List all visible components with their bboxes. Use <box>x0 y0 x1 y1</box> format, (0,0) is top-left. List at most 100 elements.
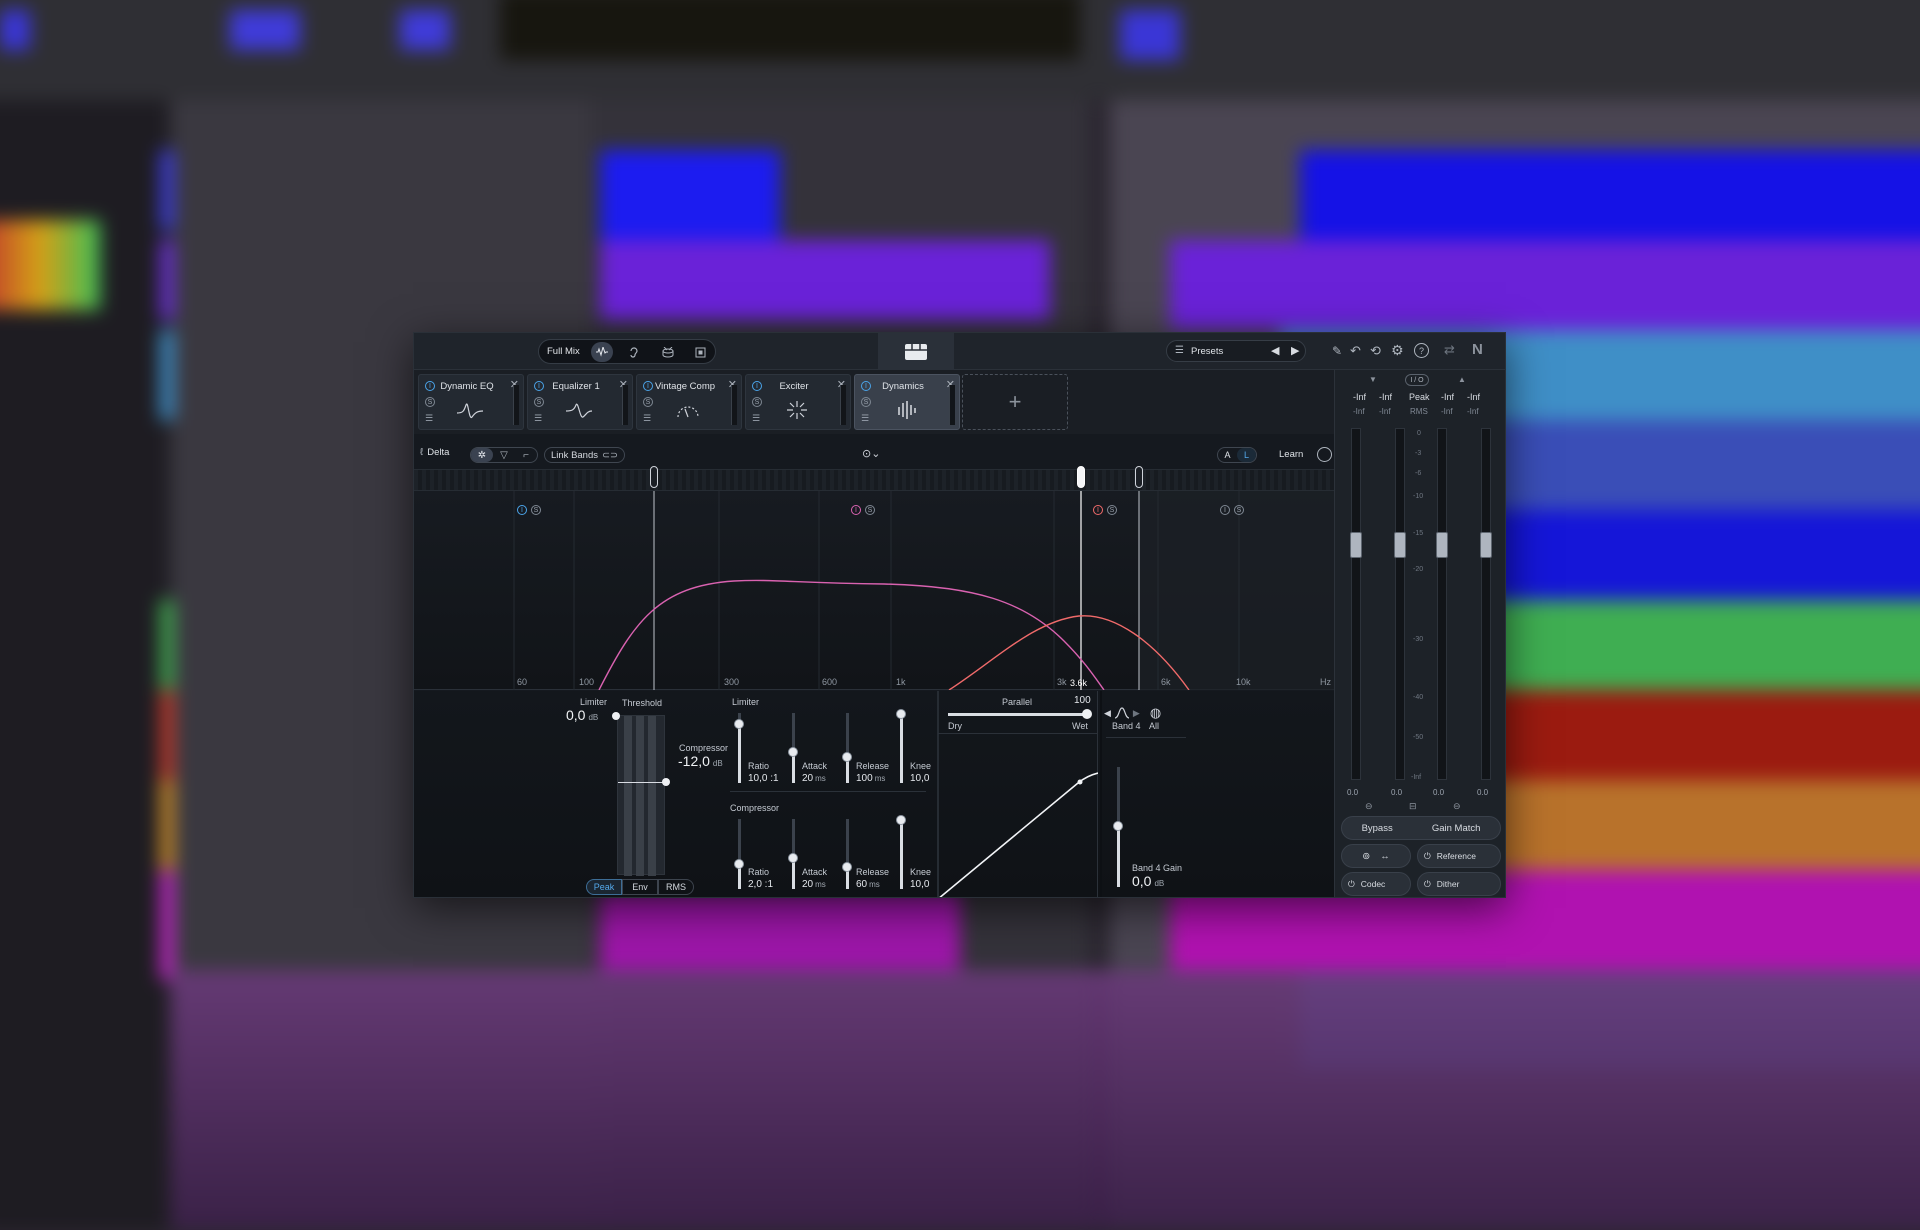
globe-icon[interactable]: ◍ <box>1150 705 1161 721</box>
compressor-knee-slider[interactable] <box>896 815 906 889</box>
power-icon[interactable]: I <box>643 381 653 391</box>
gear-icon[interactable]: ⚙ <box>1391 342 1404 359</box>
limiter-threshold-value[interactable]: 0,0 dB <box>566 707 598 723</box>
solo-icon[interactable]: S <box>425 397 435 407</box>
band-solo-icon[interactable]: S <box>531 505 541 515</box>
solo-icon[interactable]: S <box>752 397 762 407</box>
band-power-icon[interactable]: I <box>1220 505 1230 515</box>
peak-mode-button[interactable]: Peak <box>586 879 622 895</box>
band-solo-icon[interactable]: S <box>865 505 875 515</box>
band-solo-icon[interactable]: S <box>1234 505 1244 515</box>
link-bands-button[interactable]: Link Bands ⊂⊃ <box>544 447 625 463</box>
output-link-icon[interactable]: ⊖ <box>1453 801 1461 812</box>
io-swap-icon[interactable]: ⊟ <box>1409 801 1417 812</box>
dither-button[interactable]: ⏻ Dither <box>1417 872 1501 896</box>
solo-icon[interactable]: S <box>534 397 544 407</box>
band-name-label[interactable]: Band 4 <box>1112 721 1141 731</box>
preset-prev-icon[interactable]: ◀ <box>1271 344 1279 357</box>
band-next-icon[interactable]: ▶ <box>1133 708 1140 719</box>
band-power-icon[interactable]: I <box>517 505 527 515</box>
refresh-icon[interactable] <box>1317 447 1332 462</box>
power-icon: ⏻ <box>1424 850 1431 861</box>
codec-button[interactable]: ⏻ Codec <box>1341 872 1411 896</box>
drum-icon[interactable] <box>657 342 679 362</box>
module-dynamics[interactable]: Dynamics ✕ I S ☰ <box>854 374 960 430</box>
module-dynamic-eq[interactable]: Dynamic EQ ✕ I S ☰ <box>418 374 524 430</box>
rms-mode-button[interactable]: RMS <box>658 879 694 895</box>
compressor-threshold-value[interactable]: -12,0 dB <box>678 753 723 769</box>
box-icon[interactable] <box>689 342 711 362</box>
help-icon[interactable]: ? <box>1414 343 1429 358</box>
gain-match-button[interactable]: Gain Match <box>1432 823 1481 834</box>
power-icon[interactable]: I <box>752 381 762 391</box>
ear-icon[interactable] <box>623 342 645 362</box>
full-mix-label[interactable]: Full Mix <box>547 346 580 357</box>
delta-toggle[interactable]: ℓ Delta <box>420 447 449 458</box>
crossover-mode-icon[interactable]: ✲ <box>471 448 493 462</box>
swap-channels-icon[interactable]: ↔ <box>1380 851 1390 862</box>
input-gain-value: 0.0 <box>1391 788 1403 797</box>
bypass-button[interactable]: Bypass <box>1362 823 1393 834</box>
crossover-handle[interactable] <box>1135 466 1143 488</box>
band-prev-icon[interactable]: ◀ <box>1104 708 1111 719</box>
input-gain-fader[interactable] <box>1350 532 1362 558</box>
band-gain-value[interactable]: 0,0 dB <box>1132 873 1164 889</box>
band-solo-icon[interactable]: S <box>1107 505 1117 515</box>
input-gain-fader[interactable] <box>1394 532 1406 558</box>
menu-icon[interactable]: ☰ <box>861 413 869 424</box>
all-bands-label[interactable]: All <box>1149 721 1159 731</box>
parallel-slider-handle[interactable] <box>1082 709 1092 719</box>
output-gain-fader[interactable] <box>1436 532 1448 558</box>
limiter-release-slider[interactable] <box>842 713 852 783</box>
threshold-meter[interactable] <box>612 712 670 876</box>
crossover-handle[interactable] <box>650 466 658 488</box>
spectrum-icon[interactable] <box>591 342 613 362</box>
parallel-slider[interactable] <box>948 713 1088 716</box>
compressor-attack-slider[interactable] <box>788 819 798 889</box>
compare-a-button[interactable]: A <box>1218 448 1237 462</box>
power-icon[interactable]: I <box>534 381 544 391</box>
presets-selector[interactable]: ☰ Presets ◀ ▶ <box>1166 340 1306 362</box>
undo-icon[interactable]: ↶ <box>1350 343 1361 359</box>
spectrum-display[interactable]: I S I S I S I S 60 100 300 600 1k 3k 3.6… <box>414 491 1334 690</box>
power-icon[interactable]: I <box>861 381 871 391</box>
output-gain-fader[interactable] <box>1480 532 1492 558</box>
curve-mode-icon[interactable]: ⌐ <box>515 448 537 462</box>
history-icon[interactable]: ⟲ <box>1370 343 1381 359</box>
solo-icon[interactable]: S <box>861 397 871 407</box>
pencil-icon[interactable]: ✎ <box>1332 344 1342 358</box>
compare-b-button[interactable]: L <box>1237 448 1256 462</box>
learn-button[interactable]: Learn <box>1279 449 1303 460</box>
module-exciter[interactable]: Exciter ✕ I S ☰ <box>745 374 851 430</box>
reference-button[interactable]: ⏻ Reference <box>1417 844 1501 868</box>
mono-icon[interactable]: ⊚ <box>1362 851 1370 862</box>
band-power-icon[interactable]: I <box>1093 505 1103 515</box>
power-icon[interactable]: I <box>425 381 435 391</box>
input-link-icon[interactable]: ⊖ <box>1365 801 1373 812</box>
limiter-knee-slider[interactable] <box>896 709 906 783</box>
solo-icon[interactable]: S <box>643 397 653 407</box>
crossover-handle[interactable] <box>1077 466 1085 488</box>
link-icon[interactable]: ⇄ <box>1444 342 1455 358</box>
module-equalizer[interactable]: Equalizer 1 ✕ I S ☰ <box>527 374 633 430</box>
compressor-ratio-slider[interactable] <box>734 819 744 889</box>
limiter-attack-slider[interactable] <box>788 713 798 783</box>
compressor-release-slider[interactable] <box>842 819 852 889</box>
menu-icon[interactable]: ☰ <box>534 413 542 424</box>
grid-icon[interactable] <box>878 333 954 370</box>
env-mode-button[interactable]: Env <box>622 879 658 895</box>
menu-icon[interactable]: ☰ <box>752 413 760 424</box>
menu-icon[interactable]: ☰ <box>425 413 433 424</box>
limiter-threshold-handle[interactable] <box>612 712 620 720</box>
module-vintage-comp[interactable]: Vintage Comp ✕ I S ☰ <box>636 374 742 430</box>
compressor-threshold-handle[interactable] <box>662 778 670 786</box>
add-module-button[interactable]: + <box>962 374 1068 430</box>
preset-next-icon[interactable]: ▶ <box>1291 344 1299 357</box>
filter-mode-icon[interactable]: ▽ <box>493 448 515 462</box>
io-link-button[interactable]: I / O <box>1405 374 1429 386</box>
band-gain-slider[interactable] <box>1113 767 1123 887</box>
band-power-icon[interactable]: I <box>851 505 861 515</box>
limiter-ratio-slider[interactable] <box>734 713 744 783</box>
menu-icon[interactable]: ☰ <box>643 413 651 424</box>
stereo-mode-icon[interactable]: ⊙⌄ <box>862 447 880 460</box>
